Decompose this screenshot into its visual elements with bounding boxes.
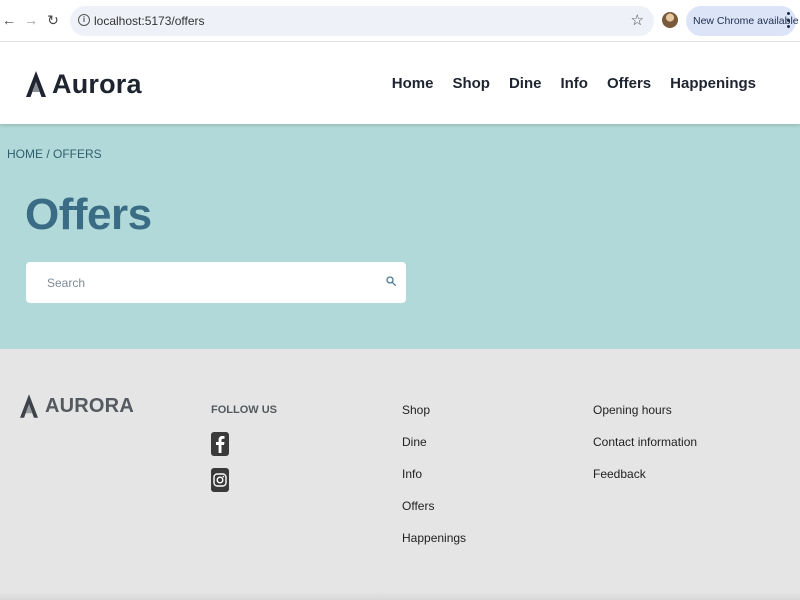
footer-links-help: Opening hours Contact information Feedba… [593,403,697,499]
footer-link-info: Info [402,467,466,499]
footer-link-feedback-text[interactable]: Feedback [593,467,646,481]
footer-link-offers: Offers [402,499,466,531]
footer-link-opening-hours-text[interactable]: Opening hours [593,403,672,417]
footer-links-main: Shop Dine Info Offers Happenings [402,403,466,563]
nav-shop[interactable]: Shop [452,75,490,92]
offers-hero: HOME / OFFERS Offers [0,124,800,349]
site-header: Aurora Home Shop Dine Info Offers Happen… [0,42,800,124]
nav-home[interactable]: Home [392,75,434,92]
main-nav: Home Shop Dine Info Offers Happenings [392,75,756,92]
footer-brand-name: AURORA [45,394,134,417]
nav-dine[interactable]: Dine [509,75,542,92]
more-menu-icon[interactable] [786,12,790,28]
site-footer: AURORA FOLLOW US Shop Dine Info Offers H… [0,349,800,600]
aurora-logo-icon [20,394,38,418]
search-icon[interactable] [386,276,396,286]
footer-link-happenings-text[interactable]: Happenings [402,531,466,545]
footer-link-contact-text[interactable]: Contact information [593,435,697,449]
footer-logo[interactable]: AURORA [20,394,134,418]
browser-toolbar: ← → ↻ i localhost:5173/offers ☆ New Chro… [0,0,800,42]
nav-happenings[interactable]: Happenings [670,75,756,92]
address-bar[interactable]: i localhost:5173/offers ☆ [70,6,654,36]
site-logo[interactable]: Aurora [26,68,142,100]
forward-arrow-icon[interactable]: → [22,11,40,29]
site-info-icon[interactable]: i [78,14,90,26]
nav-info[interactable]: Info [560,75,588,92]
address-url[interactable]: localhost:5173/offers [94,14,205,28]
footer-link-dine: Dine [402,435,466,467]
footer-link-happenings: Happenings [402,531,466,563]
chrome-update-button[interactable]: New Chrome available [686,6,799,36]
brand-name: Aurora [52,68,142,99]
footer-link-dine-text[interactable]: Dine [402,435,427,449]
search-box [26,262,406,303]
footer-link-offers-text[interactable]: Offers [402,499,434,513]
follow-us-heading: FOLLOW US [211,404,277,416]
footer-link-contact: Contact information [593,435,697,467]
footer-link-feedback: Feedback [593,467,697,499]
search-input[interactable] [26,262,366,303]
page-title: Offers [25,190,152,239]
facebook-link[interactable] [211,432,229,456]
footer-bottom-edge [0,592,800,600]
reload-icon[interactable]: ↻ [44,11,62,29]
instagram-icon [213,473,227,487]
footer-link-shop: Shop [402,403,466,435]
back-arrow-icon[interactable]: ← [0,11,18,29]
bookmark-star-icon[interactable]: ☆ [631,11,644,29]
facebook-icon [216,436,225,453]
breadcrumb[interactable]: HOME / OFFERS [7,147,102,161]
aurora-logo-icon [26,71,46,97]
nav-offers[interactable]: Offers [607,75,651,92]
footer-link-info-text[interactable]: Info [402,467,422,481]
instagram-link[interactable] [211,468,229,492]
chrome-update-label: New Chrome available [693,15,799,27]
profile-avatar[interactable] [662,12,678,28]
footer-link-shop-text[interactable]: Shop [402,403,430,417]
footer-link-opening-hours: Opening hours [593,403,697,435]
